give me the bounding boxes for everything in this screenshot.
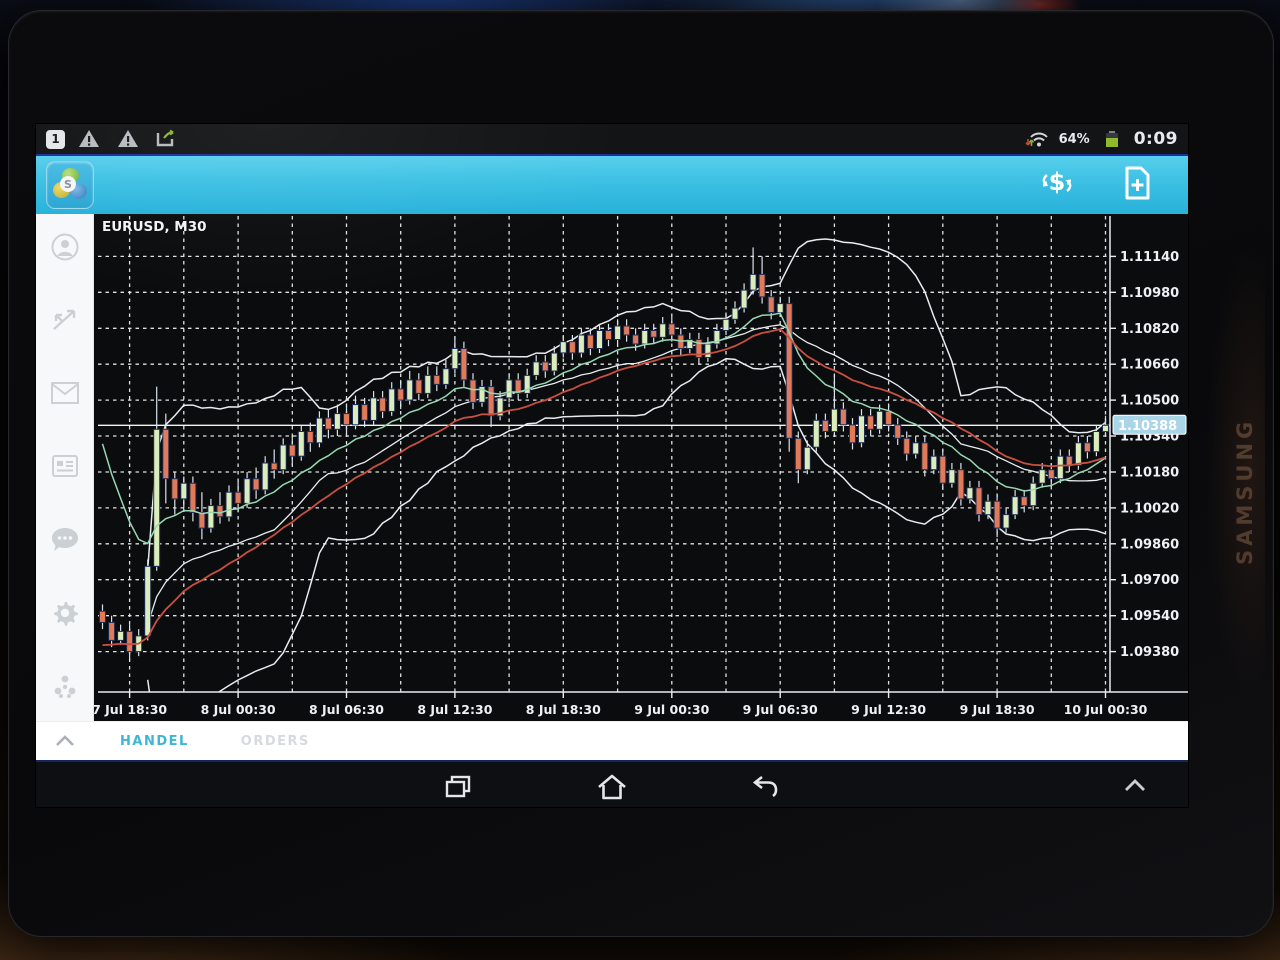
svg-text:10 Jul 00:30: 10 Jul 00:30 xyxy=(1064,702,1148,717)
new-order-icon[interactable] xyxy=(1120,165,1154,205)
metatrader5-logo[interactable]: S xyxy=(46,161,94,209)
chart-symbol-label: EURUSD, M30 xyxy=(102,219,207,235)
android-nav-bar xyxy=(36,760,1188,807)
recents-button[interactable] xyxy=(441,772,475,802)
warning-icon[interactable] xyxy=(74,124,104,154)
svg-text:9 Jul 00:30: 9 Jul 00:30 xyxy=(634,702,709,717)
left-sidebar xyxy=(36,214,94,721)
svg-text:8 Jul 12:30: 8 Jul 12:30 xyxy=(417,702,492,717)
bottom-tab-bar: HANDEL ORDERS xyxy=(36,721,1188,760)
battery-percent: 64% xyxy=(1059,132,1090,147)
svg-text:8 Jul 06:30: 8 Jul 06:30 xyxy=(309,702,384,717)
chart-panel: 1.11140 1.10980 1.10820 1.10660 1.10500 1.103… xyxy=(94,214,1188,721)
panel-collapse-icon[interactable] xyxy=(36,734,94,748)
trade-arrows-icon[interactable] xyxy=(50,305,80,335)
svg-text:1.09380: 1.09380 xyxy=(1120,645,1179,660)
tab-orders[interactable]: ORDERS xyxy=(215,734,336,749)
battery-icon xyxy=(1097,124,1127,154)
android-status-bar: 1 xyxy=(36,124,1188,156)
svg-text:1.09540: 1.09540 xyxy=(1120,609,1179,624)
clock: 0:09 xyxy=(1134,129,1178,149)
community-icon[interactable] xyxy=(50,671,80,701)
svg-text:7 Jul 18:30: 7 Jul 18:30 xyxy=(94,702,167,717)
tablet-device: SAMSUNG 1 xyxy=(8,10,1274,937)
svg-text:1.10500: 1.10500 xyxy=(1120,394,1179,409)
svg-text:1.10980: 1.10980 xyxy=(1120,286,1179,301)
chart-background xyxy=(94,214,1188,721)
app-toolbar: S $ xyxy=(36,156,1188,214)
back-button[interactable] xyxy=(749,772,783,802)
svg-text:9 Jul 06:30: 9 Jul 06:30 xyxy=(743,702,818,717)
svg-text:1.09700: 1.09700 xyxy=(1120,573,1179,588)
svg-text:1.10660: 1.10660 xyxy=(1120,358,1179,373)
svg-text:8 Jul 00:30: 8 Jul 00:30 xyxy=(201,702,276,717)
svg-text:1.09860: 1.09860 xyxy=(1120,537,1179,552)
account-icon[interactable] xyxy=(50,232,80,262)
svg-text:1.10020: 1.10020 xyxy=(1120,501,1179,516)
notification-count-icon[interactable]: 1 xyxy=(46,130,65,149)
mail-icon[interactable] xyxy=(50,378,80,408)
samsung-logo: SAMSUNG xyxy=(1233,366,1259,616)
svg-text:8 Jul 18:30: 8 Jul 18:30 xyxy=(526,702,601,717)
warning-icon[interactable] xyxy=(113,124,143,154)
wifi-data-icon xyxy=(1022,124,1052,154)
svg-text:9 Jul 12:30: 9 Jul 12:30 xyxy=(851,702,926,717)
svg-text:1.10388: 1.10388 xyxy=(1118,419,1177,434)
nav-collapse-icon[interactable] xyxy=(1122,777,1188,797)
news-icon[interactable] xyxy=(50,451,80,481)
price-chart[interactable]: 1.11140 1.10980 1.10820 1.10660 1.10500 1.103… xyxy=(94,214,1188,721)
trade-dollar-icon[interactable]: $ xyxy=(1038,166,1076,204)
current-price-tag: 1.10388 xyxy=(1113,415,1186,434)
svg-text:9 Jul 18:30: 9 Jul 18:30 xyxy=(960,702,1035,717)
main-content: 1.11140 1.10980 1.10820 1.10660 1.10500 1.103… xyxy=(36,214,1188,721)
chat-icon[interactable] xyxy=(50,525,80,555)
screenshot-icon[interactable] xyxy=(152,124,182,154)
home-button[interactable] xyxy=(595,772,629,802)
svg-text:1.10180: 1.10180 xyxy=(1120,466,1179,481)
svg-text:$: $ xyxy=(1049,168,1066,196)
settings-gear-icon[interactable] xyxy=(50,598,80,628)
svg-text:1.11140: 1.11140 xyxy=(1120,250,1179,265)
svg-text:1.10820: 1.10820 xyxy=(1120,322,1179,337)
tablet-screen: 1 xyxy=(36,124,1188,807)
photo-background: SAMSUNG 1 xyxy=(0,0,1280,960)
logo-center-ball: S xyxy=(60,176,76,192)
tab-handel[interactable]: HANDEL xyxy=(94,734,215,749)
